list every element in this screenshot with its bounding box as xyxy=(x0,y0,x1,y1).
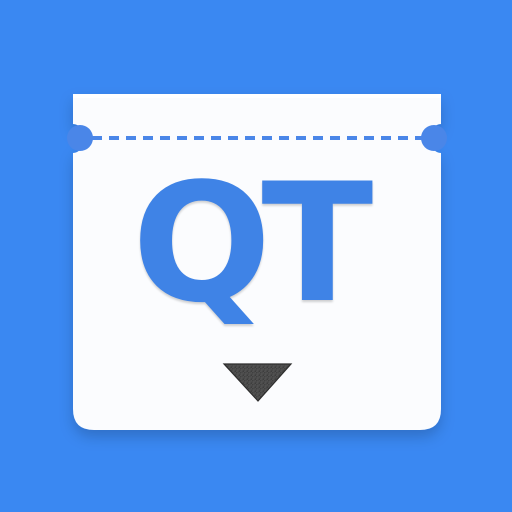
app-icon-canvas: QT xyxy=(0,0,512,512)
top-edge-highlight xyxy=(73,94,441,98)
right-notch-icon xyxy=(421,125,447,151)
qt-monogram: QT xyxy=(132,148,373,339)
left-notch-icon xyxy=(67,125,93,151)
